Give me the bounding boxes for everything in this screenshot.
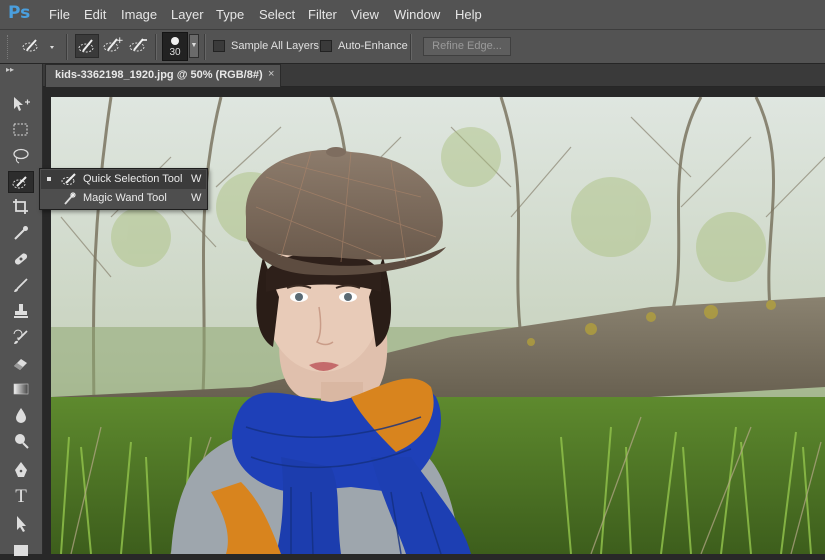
brush-picker[interactable]: 30 [162,32,188,61]
eraser-icon [14,359,27,370]
chevron-down-icon [50,46,54,49]
flyout-item-shortcut: W [191,173,202,185]
menu-filter[interactable]: Filter [308,7,337,22]
document-title: kids-3362198_1920.jpg @ 50% (RGB/8#) [55,69,263,81]
menu-image[interactable]: Image [121,7,157,22]
brush-tool[interactable] [8,274,34,296]
bandage-icon [14,253,28,265]
svg-text:+: + [116,36,123,46]
brush-tip-preview [171,37,179,45]
lasso-icon [13,148,29,164]
healing-brush-tool[interactable] [8,248,34,270]
subtract-selection-icon [129,38,147,52]
brush-dropdown-button[interactable]: ▼ [189,34,199,58]
menu-bar: Ps File Edit Image Layer Type Select Fil… [0,0,825,29]
subtract-from-selection-button[interactable] [127,34,151,58]
tool-flyout-menu: Quick Selection Tool W Magic Wand Tool W [39,168,208,210]
new-selection-button[interactable] [75,34,99,58]
stamp-icon [14,304,28,318]
photoshop-logo[interactable]: Ps [8,3,30,23]
sample-all-layers-checkbox[interactable] [213,40,225,52]
menu-file[interactable]: File [49,7,70,22]
sample-all-layers-label: Sample All Layers [231,40,320,52]
dodge-icon [15,434,29,449]
history-brush-icon [13,329,28,344]
eyedropper-icon [14,226,28,240]
type-tool[interactable]: T [8,486,34,508]
rectangular-marquee-icon [13,123,28,136]
blur-tool[interactable] [8,404,34,426]
move-icon [14,97,30,111]
flyout-item-label: Quick Selection Tool [83,173,183,185]
quick-selection-icon [22,39,54,52]
brush-icon [14,278,28,292]
menu-view[interactable]: View [351,7,379,22]
gradient-icon [13,383,29,395]
separator [66,34,68,60]
crop-tool[interactable] [8,196,34,218]
magic-wand-icon [61,191,79,210]
path-selection-tool[interactable] [8,513,34,535]
chevron-down-icon: ▼ [190,42,198,49]
tools-panel: ▸▸ T [0,64,43,556]
eyedropper-tool[interactable] [8,222,34,244]
separator [410,34,412,60]
flyout-item-magic-wand[interactable]: Magic Wand Tool W [41,189,206,208]
refine-edge-button[interactable]: Refine Edge... [423,37,511,56]
brush-size: 30 [169,47,181,58]
flyout-item-shortcut: W [191,192,202,204]
menu-edit[interactable]: Edit [84,7,106,22]
lasso-tool[interactable] [8,145,34,167]
crop-icon [13,199,28,214]
quick-selection-tool[interactable] [8,171,34,193]
menu-help[interactable]: Help [455,7,482,22]
document-tab[interactable]: kids-3362198_1920.jpg @ 50% (RGB/8#) × [45,64,281,87]
document-canvas[interactable] [51,97,825,554]
photo-boy-in-cap-and-scarf [51,97,825,554]
dodge-tool[interactable] [8,430,34,452]
add-to-selection-button[interactable]: + [101,34,125,58]
separator [204,34,206,60]
new-selection-icon [78,39,94,53]
history-brush-tool[interactable] [8,326,34,348]
water-drop-icon [16,408,26,423]
pen-tool[interactable] [8,459,34,481]
flyout-item-label: Magic Wand Tool [83,192,167,204]
menu-window[interactable]: Window [394,7,440,22]
menu-select[interactable]: Select [259,7,295,22]
flyout-item-quick-selection[interactable]: Quick Selection Tool W [41,170,206,189]
quick-selection-icon [12,176,27,189]
pen-icon [15,462,27,477]
close-icon[interactable]: × [268,68,274,80]
move-tool[interactable] [8,93,34,115]
path-selection-icon [17,516,26,532]
options-bar-grip[interactable] [7,35,12,59]
marquee-tool[interactable] [8,119,34,141]
separator [155,34,157,60]
eraser-tool[interactable] [8,352,34,374]
menu-type[interactable]: Type [216,7,244,22]
document-tab-bar: kids-3362198_1920.jpg @ 50% (RGB/8#) × [43,64,825,87]
collapse-panel-icon[interactable]: ▸▸ [6,65,14,74]
tool-preset-picker[interactable] [19,34,54,58]
add-selection-icon: + [103,36,124,52]
menu-layer[interactable]: Layer [171,7,204,22]
auto-enhance-checkbox[interactable] [320,40,332,52]
options-bar: + 30 ▼ Sample All Layers Auto-Enhance Re… [0,29,825,64]
type-icon: T [15,486,27,507]
selected-bullet-icon [47,177,51,181]
auto-enhance-label: Auto-Enhance [338,40,408,52]
rectangle-tool[interactable] [8,538,34,560]
clone-stamp-tool[interactable] [8,300,34,322]
gradient-tool[interactable] [8,378,34,400]
